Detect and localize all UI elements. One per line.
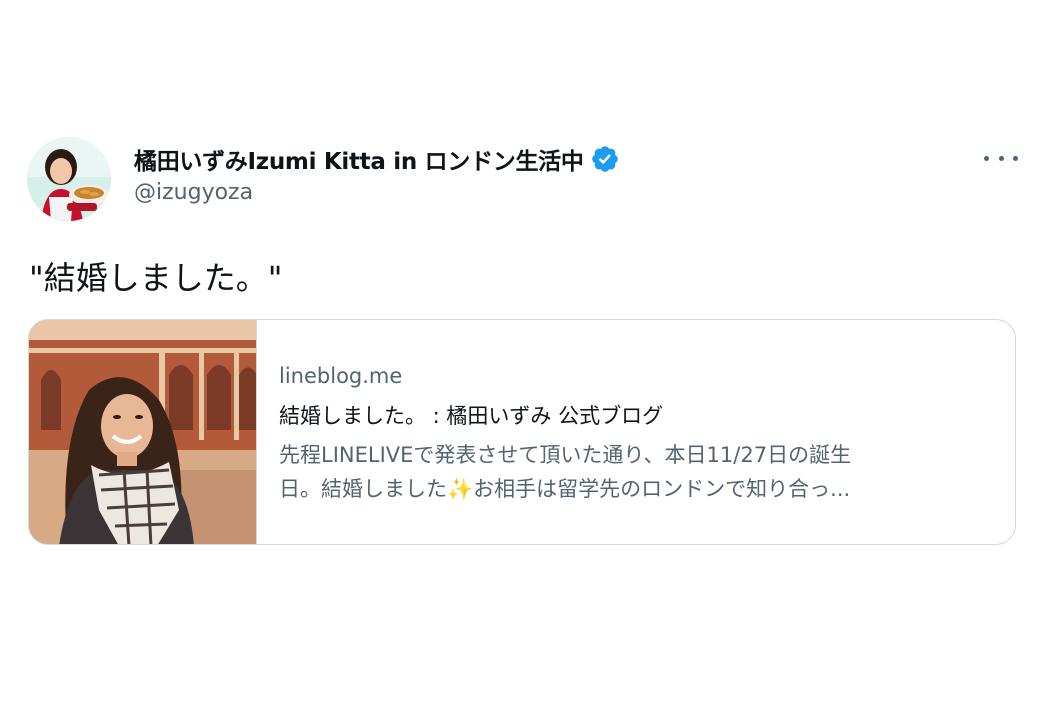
avatar[interactable] [27,137,111,221]
card-thumbnail[interactable] [29,320,257,544]
author-handle[interactable]: @izugyoza [134,180,253,205]
dot-icon [984,155,989,161]
tweet-text: "結婚しました。" [29,259,283,297]
author-display-name[interactable]: 橘田いずみIzumi Kitta in ロンドン生活中 [134,142,584,176]
more-options-icon[interactable] [984,146,1018,170]
card-title: 結婚しました。 : 橘田いずみ 公式ブログ [279,404,664,428]
link-preview-card[interactable]: lineblog.me 結婚しました。 : 橘田いずみ 公式ブログ 先程LINE… [28,319,1016,545]
dot-icon [998,155,1004,161]
author-name-row[interactable]: 橘田いずみIzumi Kitta in ロンドン生活中 [134,143,620,175]
card-description: 先程LINELIVEで発表させて頂いた通り、本日11/27日の誕生 日。結婚しま… [279,438,991,506]
card-description-line: 日。結婚しました✨お相手は留学先のロンドンで知り合っ... [279,477,851,501]
card-domain: lineblog.me [279,364,403,388]
card-description-line: 先程LINELIVEで発表させて頂いた通り、本日11/27日の誕生 [279,443,852,467]
dot-icon [1013,155,1018,161]
verified-badge-icon [590,144,620,174]
